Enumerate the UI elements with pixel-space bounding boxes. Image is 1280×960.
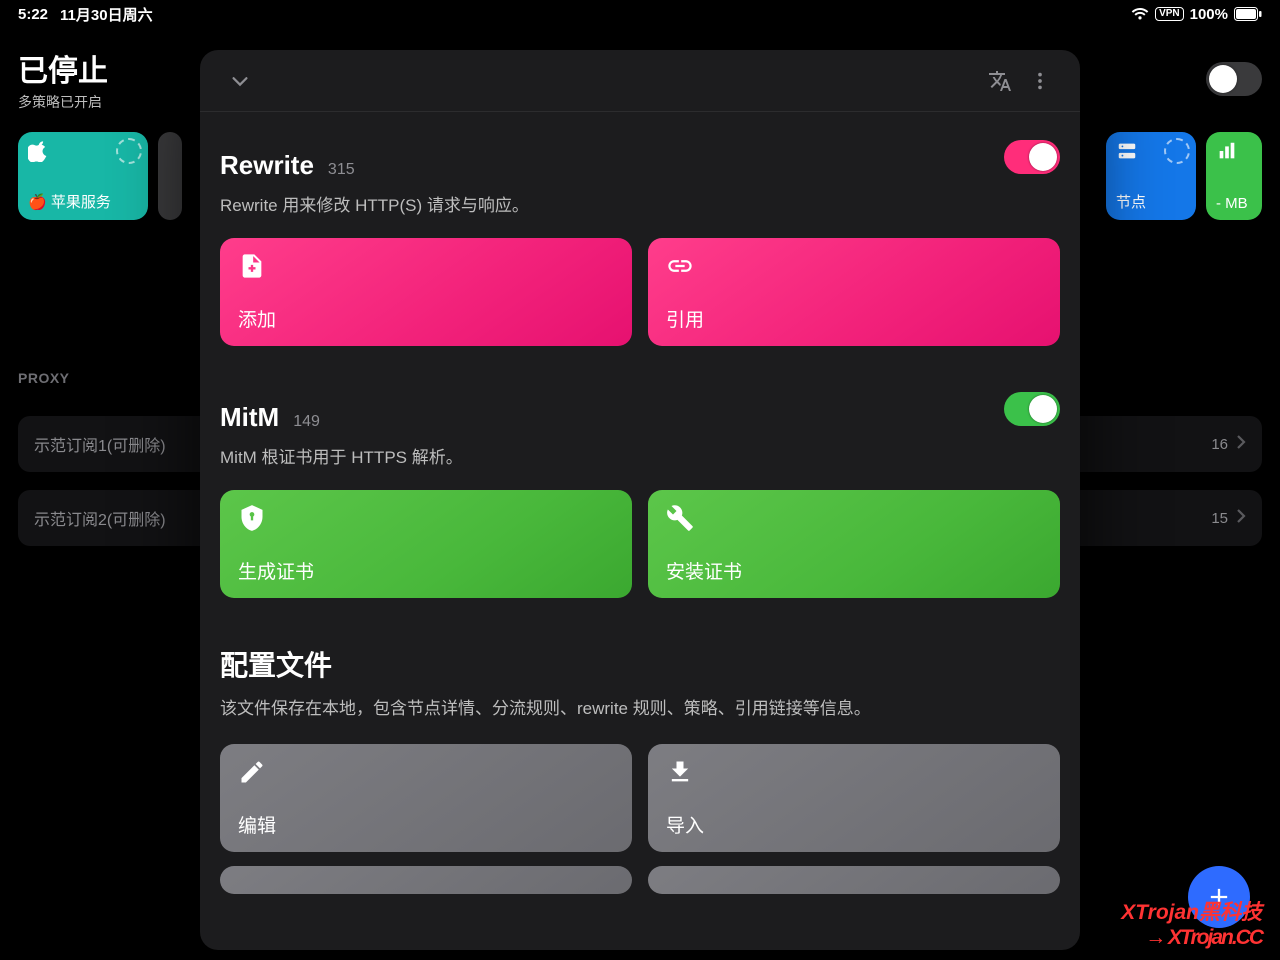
tile-apple-services[interactable]: 🍎 苹果服务 (18, 132, 148, 220)
bars-icon (1216, 140, 1252, 168)
connection-status-title: 已停止 (18, 46, 108, 90)
rewrite-desc: Rewrite 用来修改 HTTP(S) 请求与响应。 (220, 191, 1060, 216)
card-label: 添加 (238, 305, 614, 332)
card-label: 导入 (666, 811, 1042, 838)
more-vert-icon (1029, 70, 1051, 92)
chevron-right-icon (1236, 434, 1246, 455)
mitm-toggle[interactable] (1004, 392, 1060, 426)
proxy-name: 示范订阅2(可删除) (34, 506, 166, 530)
tile-indicator-icon (1164, 138, 1190, 164)
rewrite-ref-card[interactable]: 引用 (648, 238, 1060, 346)
watermark: XTrojan黑科技 → XTrojan.CC (1121, 900, 1262, 950)
section-config: 配置文件 该文件保存在本地，包含节点详情、分流规则、rewrite 规则、策略、… (220, 644, 1060, 894)
card-label: 安装证书 (666, 557, 1042, 584)
card-label: 引用 (666, 305, 1042, 332)
tile-label: 🍎 苹果服务 (28, 191, 138, 212)
translate-icon (988, 69, 1012, 93)
shield-key-icon (238, 504, 266, 532)
link-icon (666, 252, 694, 280)
collapse-button[interactable] (220, 61, 260, 101)
config-extra-card-2[interactable] (648, 866, 1060, 894)
tile-label: - MB (1216, 195, 1252, 212)
mitm-count: 149 (293, 413, 320, 431)
battery-pct: 100% (1190, 6, 1228, 23)
mitm-install-card[interactable]: 安装证书 (648, 490, 1060, 598)
config-desc: 该文件保存在本地，包含节点详情、分流规则、rewrite 规则、策略、引用链接等… (220, 696, 1060, 722)
section-mitm: MitM 149 MitM 根证书用于 HTTPS 解析。 生成证书 安装证书 (220, 392, 1060, 598)
status-time: 5:22 (18, 6, 48, 23)
rewrite-title: Rewrite (220, 150, 314, 181)
edit-icon (238, 758, 266, 786)
mitm-title: MitM (220, 402, 279, 433)
file-plus-icon (238, 252, 266, 280)
config-import-card[interactable]: 导入 (648, 744, 1060, 852)
card-label: 生成证书 (238, 557, 614, 584)
chevron-down-icon (229, 70, 251, 92)
watermark-line2: → XTrojan.CC (1121, 925, 1262, 950)
more-button[interactable] (1020, 61, 1060, 101)
tile-label: 节点 (1116, 191, 1186, 212)
config-title: 配置文件 (220, 644, 1060, 684)
proxy-name: 示范订阅1(可删除) (34, 432, 166, 456)
tile-partial[interactable] (158, 132, 182, 220)
main-toggle[interactable] (1206, 62, 1262, 96)
config-extra-card-1[interactable] (220, 866, 632, 894)
chevron-right-icon (1236, 508, 1246, 529)
battery-icon (1234, 7, 1262, 21)
section-rewrite: Rewrite 315 Rewrite 用来修改 HTTP(S) 请求与响应。 … (220, 140, 1060, 346)
watermark-line1: XTrojan黑科技 (1121, 900, 1262, 925)
rewrite-add-card[interactable]: 添加 (220, 238, 632, 346)
card-label: 编辑 (238, 811, 614, 838)
import-icon (666, 758, 694, 786)
status-date: 11月30日周六 (60, 4, 153, 25)
mitm-generate-card[interactable]: 生成证书 (220, 490, 632, 598)
tile-indicator-icon (116, 138, 142, 164)
rewrite-count: 315 (328, 161, 355, 179)
translate-button[interactable] (980, 61, 1020, 101)
status-bar: 5:22 11月30日周六 VPN 100% (0, 0, 1280, 28)
proxy-count: 16 (1211, 436, 1228, 453)
vpn-badge: VPN (1155, 7, 1184, 21)
settings-modal: Rewrite 315 Rewrite 用来修改 HTTP(S) 请求与响应。 … (200, 50, 1080, 950)
wifi-icon (1131, 7, 1149, 21)
tile-stats[interactable]: - MB (1206, 132, 1262, 220)
proxy-count: 15 (1211, 510, 1228, 527)
mitm-desc: MitM 根证书用于 HTTPS 解析。 (220, 443, 1060, 468)
connection-status-sub: 多策略已开启 (18, 92, 108, 112)
wrench-icon (666, 504, 694, 532)
rewrite-toggle[interactable] (1004, 140, 1060, 174)
config-edit-card[interactable]: 编辑 (220, 744, 632, 852)
tile-nodes[interactable]: 节点 (1106, 132, 1196, 220)
